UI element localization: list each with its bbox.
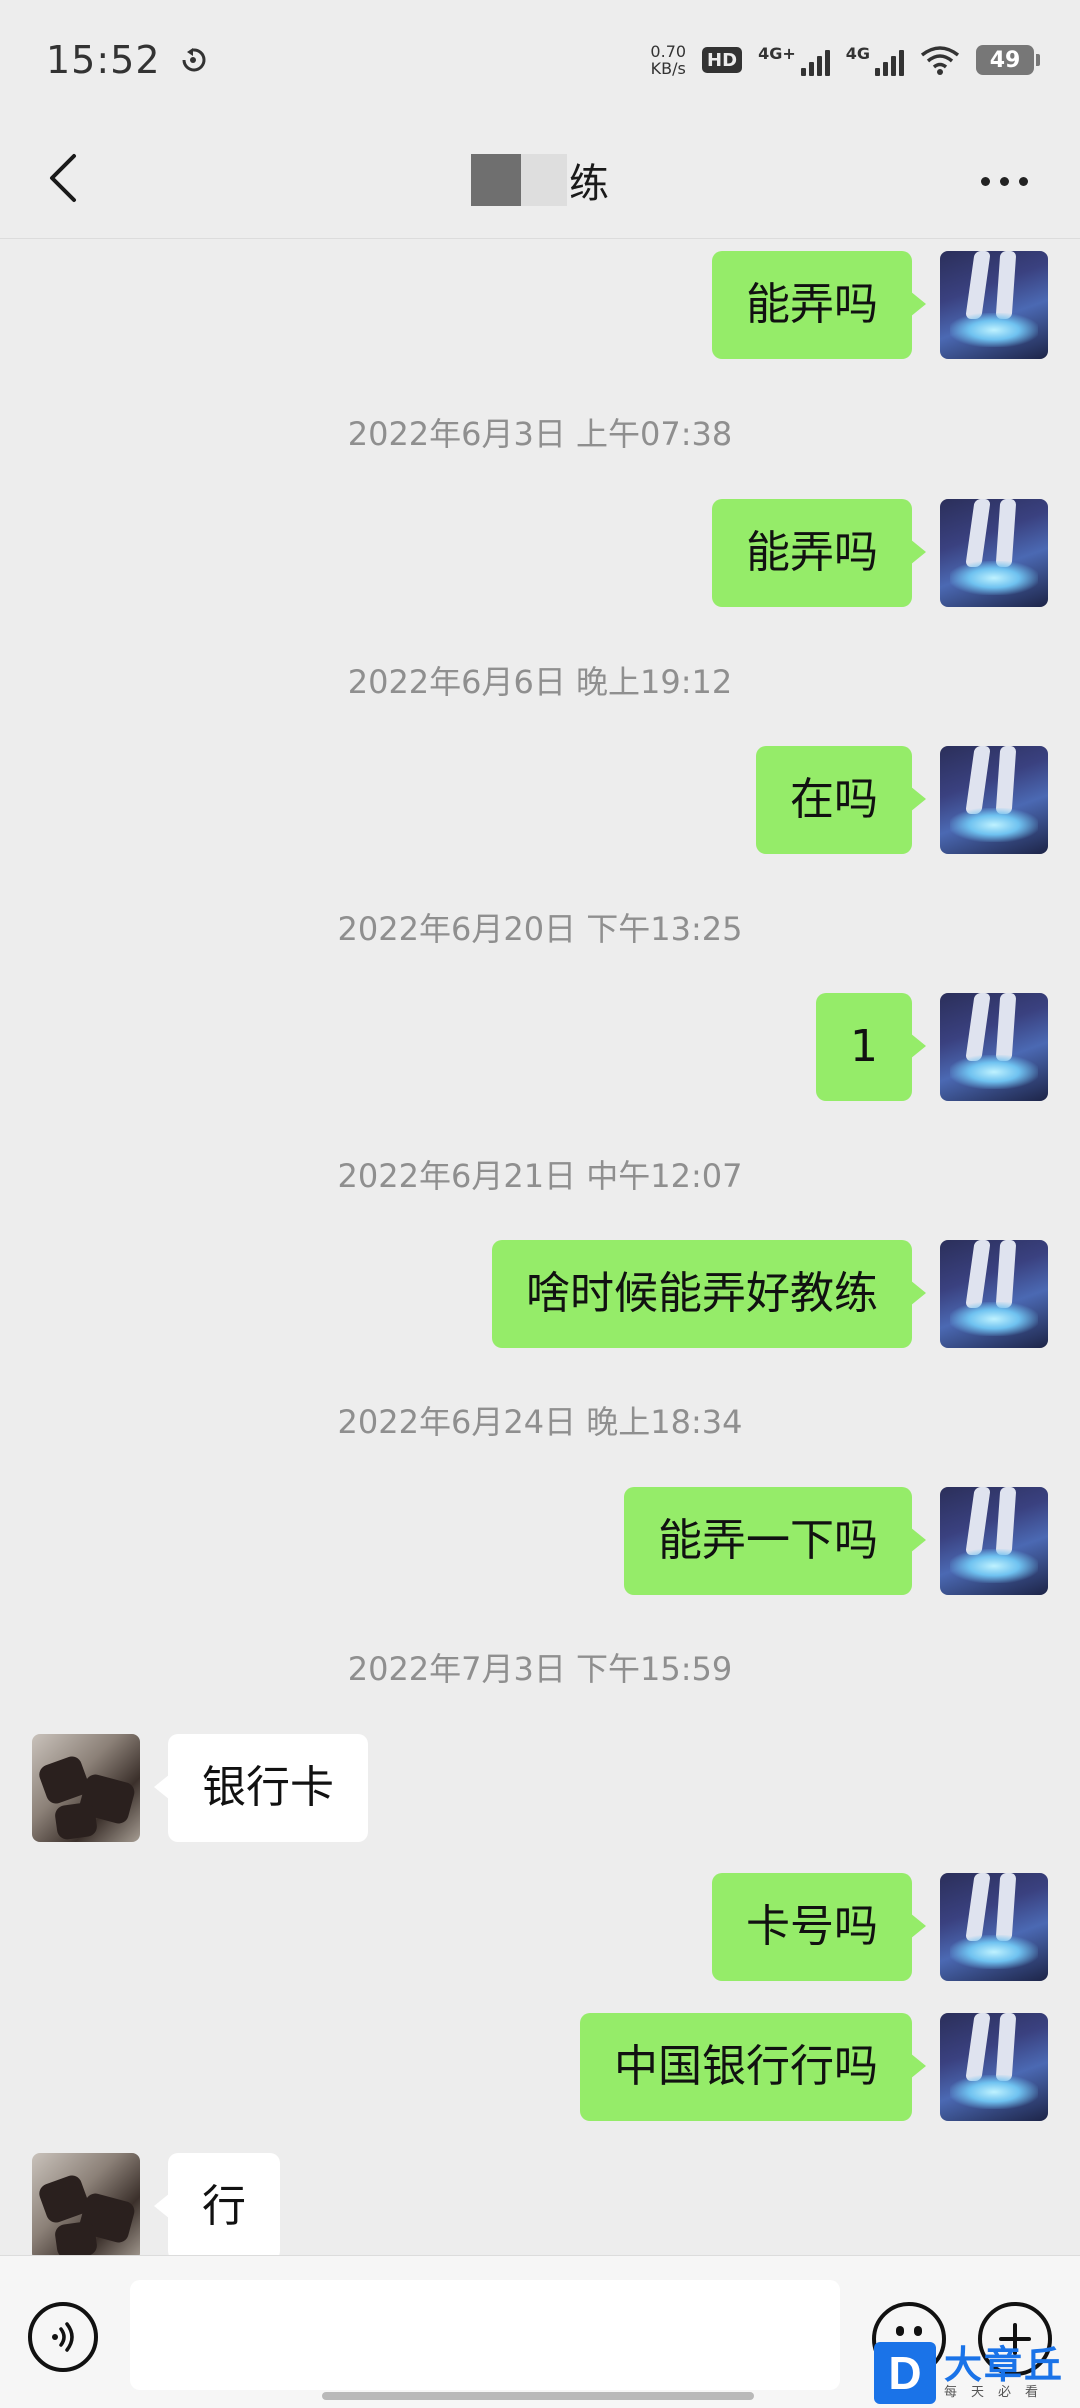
watermark-title: 大章丘: [944, 2343, 1065, 2387]
my-avatar[interactable]: [940, 746, 1048, 854]
outgoing-bubble[interactable]: 1: [816, 993, 926, 1101]
more-dot: [999, 176, 1009, 186]
sync-icon: [182, 48, 205, 72]
chat-screen: 15:52 0.70 KB/s HD 4G+ 4G 49 练 能弄吗 2022年…: [0, 0, 1080, 2408]
outgoing-bubble[interactable]: 能弄吗: [712, 251, 926, 359]
nav-bar: 练: [0, 120, 1080, 239]
timestamp: 2022年6月21日 中午12:07: [337, 1157, 743, 1195]
watermark-text: 大章丘 每天必看: [944, 2345, 1064, 2401]
network-speed: 0.70 KB/s: [650, 43, 686, 77]
status-bar: 15:52 0.70 KB/s HD 4G+ 4G 49: [0, 0, 1080, 120]
voice-button[interactable]: [28, 2302, 98, 2372]
my-avatar[interactable]: [940, 993, 1048, 1101]
title-redaction: [521, 154, 567, 206]
status-time: 15:52: [46, 38, 161, 82]
message-input[interactable]: [130, 2280, 840, 2390]
network-speed-unit: KB/s: [650, 59, 686, 78]
signal-sim2-label: 4G: [845, 44, 870, 63]
more-dot: [1018, 176, 1028, 186]
outgoing-bubble[interactable]: 卡号吗: [712, 1873, 926, 1981]
my-avatar[interactable]: [940, 2013, 1048, 2121]
watermark-subtitle: 每天必看: [944, 2385, 1053, 2400]
chat-title-text: 练: [569, 161, 609, 207]
outgoing-bubble[interactable]: 能弄一下吗: [624, 1487, 926, 1595]
timestamp: 2022年6月6日 晚上19:12: [347, 663, 733, 701]
battery-icon: 49: [976, 45, 1040, 75]
my-avatar[interactable]: [940, 499, 1048, 607]
watermark-logo: D: [874, 2342, 936, 2404]
voice-icon: [52, 2322, 74, 2352]
message-list[interactable]: 能弄吗 2022年6月3日 上午07:38 能弄吗 2022年6月6日 晚上19…: [0, 239, 1080, 2255]
timestamp: 2022年6月20日 下午13:25: [337, 910, 743, 948]
watermark: D 大章丘 每天必看: [874, 2338, 1080, 2408]
timestamp: 2022年6月3日 上午07:38: [347, 415, 733, 453]
signal-sim1-label: 4G+: [758, 44, 796, 63]
outgoing-bubble[interactable]: 能弄吗: [712, 499, 926, 607]
timestamp: 2022年7月3日 下午15:59: [347, 1650, 733, 1688]
timestamp: 2022年6月24日 晚上18:34: [337, 1403, 743, 1441]
status-left: 15:52: [46, 38, 207, 82]
outgoing-bubble[interactable]: 在吗: [756, 746, 926, 854]
signal-sim2-icon: 4G: [846, 44, 904, 76]
title-redaction: [471, 154, 521, 206]
hd-badge: HD: [702, 47, 743, 73]
contact-avatar[interactable]: [32, 2153, 140, 2255]
status-right: 0.70 KB/s HD 4G+ 4G 49: [650, 43, 1040, 77]
contact-avatar[interactable]: [32, 1734, 140, 1842]
more-dot: [980, 176, 990, 186]
my-avatar[interactable]: [940, 1240, 1048, 1348]
incoming-bubble[interactable]: 行: [154, 2153, 280, 2255]
wifi-icon: [920, 46, 960, 75]
incoming-bubble[interactable]: 银行卡: [154, 1734, 368, 1842]
outgoing-bubble[interactable]: 中国银行行吗: [580, 2013, 926, 2121]
more-button[interactable]: [968, 156, 1040, 206]
home-indicator[interactable]: [322, 2392, 754, 2400]
my-avatar[interactable]: [940, 251, 1048, 359]
network-speed-value: 0.70: [650, 42, 687, 61]
chat-title: 练: [0, 150, 1080, 210]
outgoing-bubble[interactable]: 啥时候能弄好教练: [492, 1240, 926, 1348]
my-avatar[interactable]: [940, 1873, 1048, 1981]
my-avatar[interactable]: [940, 1487, 1048, 1595]
signal-sim1-icon: 4G+: [758, 44, 830, 76]
